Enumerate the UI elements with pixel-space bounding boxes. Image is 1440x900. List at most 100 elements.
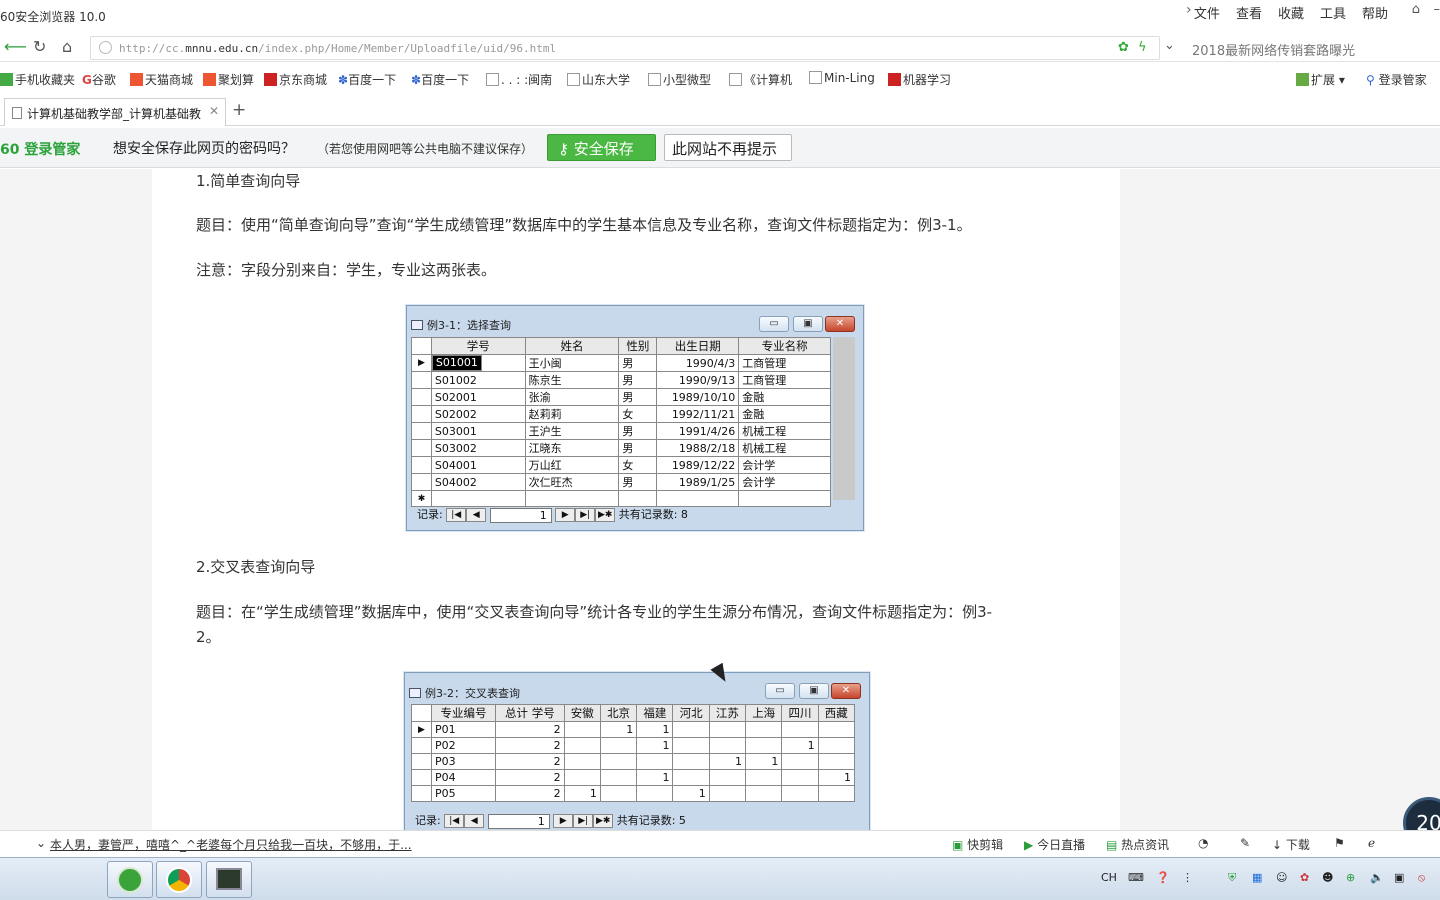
close-tab-icon[interactable]: ✕ — [209, 104, 219, 118]
column-header[interactable]: 专业编号 — [430, 704, 497, 722]
live-button[interactable]: ▶ 今日直播 — [1024, 836, 1085, 853]
safe-save-button[interactable]: ⚷ 安全保存 — [547, 134, 656, 161]
table-row[interactable]: S04002 次仁旺杰男 1989/1/25 会计学 — [411, 473, 831, 491]
table-row[interactable]: S03001 王沪生男 1991/4/26 机械工程 — [411, 422, 831, 440]
app-taskbar-button[interactable] — [206, 861, 252, 898]
table-row[interactable]: P02 2 1 1 — [411, 737, 856, 754]
menu-favorites[interactable]: 收藏 — [1270, 3, 1312, 22]
chrome-taskbar-button[interactable] — [156, 861, 202, 898]
bookmark-juhuasuan[interactable]: 聚划算 — [203, 71, 254, 88]
tab-active[interactable]: 计算机基础教学部_计算机基础教 ✕ — [4, 98, 226, 126]
column-header[interactable]: 性别 — [618, 337, 658, 355]
column-header[interactable]: 江苏 — [708, 704, 747, 722]
browser-360-taskbar-button[interactable] — [107, 861, 153, 898]
cloud-icon[interactable]: ✿ — [1300, 871, 1309, 884]
flag-icon[interactable]: ⚑ — [1334, 836, 1345, 850]
news-ticker-link[interactable]: 本人男，妻管严，嘻嘻^_^老婆每个月只给我一百块，不够用，于... — [50, 836, 412, 853]
next-record-button[interactable]: ▶ — [553, 814, 574, 828]
tray-expand-icon[interactable]: ⋮ — [1182, 871, 1193, 884]
bookmark-google[interactable]: G谷歌 — [82, 71, 116, 88]
column-header[interactable]: 总计 学号 — [495, 704, 565, 722]
table-row[interactable]: P05 2 1 1 — [411, 785, 856, 802]
prev-record-button[interactable]: ◀ — [466, 508, 487, 522]
speed-icon[interactable]: ◔ — [1198, 836, 1208, 850]
hot-news-button[interactable]: ▤ 热点资讯 — [1106, 836, 1169, 853]
query1-grid[interactable]: 学号 姓名 性别 出生日期 专业名称 ▶ S01001 王小闽男 1990/4/3 工商… — [411, 337, 831, 507]
minimize-button[interactable]: ▭ — [759, 316, 789, 332]
login-manager-button[interactable]: ⚲ 登录管家 — [1366, 71, 1427, 88]
vertical-scrollbar[interactable] — [833, 337, 855, 500]
bookmark-jd[interactable]: 京东商城 — [264, 71, 327, 88]
bookmark-baidu-2[interactable]: ✽百度一下 — [411, 71, 469, 88]
keyboard-icon[interactable]: ⌨ — [1128, 871, 1144, 884]
table-row[interactable]: S02001 张渝男 1989/10/10 金融 — [411, 388, 831, 406]
pin-icon[interactable]: ✎ — [1240, 836, 1250, 850]
download-button[interactable]: ↓ 下载 — [1272, 836, 1310, 853]
first-record-button[interactable]: |◀ — [444, 814, 465, 828]
bookmark-minnan[interactable]: . . : :闽南 — [486, 71, 552, 88]
table-row[interactable]: P04 2 1 1 — [411, 769, 856, 786]
column-header[interactable]: 学号 — [430, 337, 526, 355]
column-header[interactable]: 出生日期 — [656, 337, 740, 355]
new-tab-button[interactable]: + — [232, 100, 246, 120]
column-header[interactable]: 北京 — [599, 704, 638, 722]
shirt-icon[interactable]: ⌂ — [1412, 2, 1420, 17]
column-header[interactable]: 上海 — [745, 704, 783, 722]
security-icon[interactable]: ✿ — [1118, 40, 1129, 55]
ie-icon[interactable]: ℯ — [1368, 836, 1375, 850]
network-app-icon[interactable]: ▦ — [1252, 871, 1262, 884]
prev-record-button[interactable]: ◀ — [464, 814, 485, 828]
never-prompt-button[interactable]: 此网站不再提示 — [664, 134, 792, 161]
quick-edit-button[interactable]: ▣ 快剪辑 — [952, 836, 1003, 853]
maximize-button[interactable]: ▣ — [799, 683, 829, 699]
query2-grid[interactable]: 专业编号 总计 学号 安徽 北京 福建 河北 江苏 上海 四川 西藏 ▶ P01 2… — [411, 704, 856, 802]
help-icon[interactable]: ❓ — [1156, 871, 1170, 884]
bookmark-xiaoxing[interactable]: 小型微型 — [648, 71, 711, 88]
bookmark-minling[interactable]: Min-Ling — [809, 71, 875, 85]
chevron-down-icon[interactable]: ⌄ — [36, 836, 46, 850]
qq-icon[interactable]: ☻ — [1322, 871, 1333, 884]
next-record-button[interactable]: ▶ — [555, 508, 576, 522]
table-row[interactable]: S02002 赵莉莉女 1992/11/21 金融 — [411, 405, 831, 423]
power-icon[interactable]: ⦸ — [1418, 871, 1425, 885]
table-row[interactable]: P03 2 1 1 — [411, 753, 856, 770]
bookmark-sdu[interactable]: 山东大学 — [567, 71, 630, 88]
table-row[interactable]: S01002 陈京生男 1990/9/13 工商管理 — [411, 371, 831, 389]
close-button[interactable]: ✕ — [825, 316, 855, 332]
new-record-button[interactable]: ▶✱ — [595, 508, 616, 522]
menu-help[interactable]: 帮助 — [1354, 3, 1396, 22]
last-record-button[interactable]: ▶| — [573, 814, 594, 828]
back-icon[interactable]: ⟵ — [4, 37, 27, 56]
bookmark-tmall[interactable]: 天猫商城 — [130, 71, 193, 88]
column-header[interactable]: 专业名称 — [738, 337, 831, 355]
column-header[interactable]: 西藏 — [817, 704, 856, 722]
user-icon[interactable]: ☺ — [1276, 871, 1287, 884]
column-header[interactable]: 姓名 — [524, 337, 620, 355]
new-record-row[interactable]: ✱ — [411, 490, 831, 507]
url-field[interactable]: http://cc.mnnu.edu.cn/index.php/Home/Mem… — [90, 36, 1160, 60]
close-button[interactable]: ✕ — [831, 683, 861, 699]
minimize-button[interactable]: ▭ — [765, 683, 795, 699]
bookmark-ml[interactable]: 机器学习 — [888, 71, 951, 88]
menu-tools[interactable]: 工具 — [1312, 3, 1354, 22]
search-box[interactable]: 2018最新网络传销套路曝光 — [1186, 36, 1440, 60]
plus-icon[interactable]: ⊕ — [1346, 871, 1355, 884]
new-record-button[interactable]: ▶✱ — [593, 814, 614, 828]
table-row[interactable]: S04001 万山红女 1989/12/22 会计学 — [411, 456, 831, 474]
last-record-button[interactable]: ▶| — [575, 508, 596, 522]
bookmark-baidu-1[interactable]: ✽百度一下 — [338, 71, 396, 88]
minimize-icon[interactable]: – — [1434, 2, 1440, 17]
column-header[interactable]: 安徽 — [563, 704, 601, 722]
menu-view[interactable]: 查看 — [1228, 3, 1270, 22]
network-icon[interactable]: ▣ — [1394, 871, 1404, 884]
lightning-icon[interactable]: ϟ — [1138, 40, 1147, 55]
home-icon[interactable]: ⌂ — [62, 37, 72, 56]
record-number-field[interactable]: 1 — [487, 813, 550, 829]
input-language[interactable]: CH — [1101, 871, 1117, 884]
chevron-down-icon[interactable]: ⌄ — [1164, 38, 1175, 53]
table-row[interactable]: S03002 江晓东男 1988/2/18 机械工程 — [411, 439, 831, 457]
extensions-button[interactable]: 扩展 ▾ — [1296, 71, 1345, 88]
menu-file[interactable]: 文件 — [1186, 3, 1228, 22]
table-row[interactable]: ▶ S01001 王小闽男 1990/4/3 工商管理 — [411, 354, 831, 372]
table-row[interactable]: ▶ P01 2 1 1 — [411, 721, 856, 738]
